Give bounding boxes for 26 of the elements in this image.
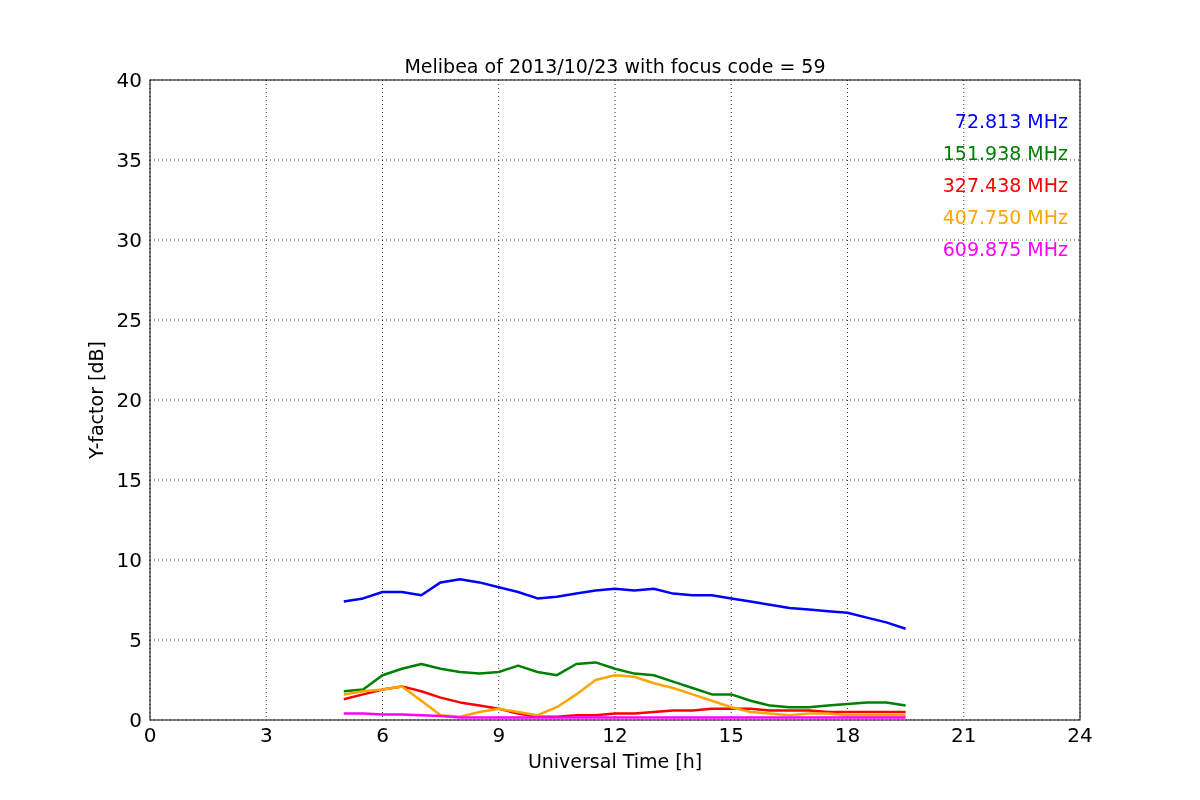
- x-tick-label: 0: [143, 723, 157, 747]
- x-tick-label: 6: [376, 723, 389, 747]
- y-axis-label: Y-factor [dB]: [85, 341, 107, 459]
- y-tick-label: 20: [116, 388, 142, 412]
- legend-entry: 407.750 MHz: [942, 206, 1068, 228]
- x-axis-label: Universal Time [h]: [527, 750, 703, 772]
- x-tick-label: 12: [602, 723, 628, 747]
- y-tick-label: 40: [116, 68, 142, 92]
- legend-entry: 72.813 MHz: [954, 110, 1068, 132]
- legend-entry: 151.938 MHz: [942, 142, 1068, 164]
- x-tick-label: 15: [718, 723, 744, 747]
- y-tick-label: 25: [116, 308, 142, 332]
- y-tick-label: 5: [129, 628, 142, 652]
- y-tick-label: 30: [116, 228, 142, 252]
- x-tick-label: 9: [492, 723, 506, 747]
- legend-entry: 609.875 MHz: [942, 238, 1068, 260]
- x-tick-label: 3: [259, 723, 273, 747]
- y-tick-label: 0: [129, 708, 142, 732]
- chart-title: Melibea of 2013/10/23 with focus code = 59: [404, 55, 826, 77]
- x-tick-label: 24: [1067, 723, 1093, 747]
- y-tick-label: 35: [116, 148, 142, 172]
- y-tick-label: 15: [116, 468, 142, 492]
- legend-entry: 327.438 MHz: [942, 174, 1068, 196]
- x-tick-label: 21: [951, 723, 977, 747]
- y-tick-label: 10: [116, 548, 142, 572]
- x-tick-label: 18: [834, 723, 861, 747]
